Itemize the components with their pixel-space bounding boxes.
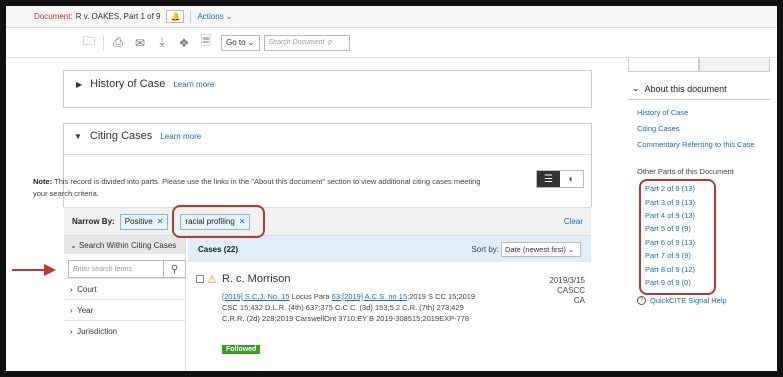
citing-title[interactable]: Citing Cases	[90, 130, 152, 142]
result-checkbox[interactable]	[196, 275, 204, 283]
document-label: Document:	[34, 12, 73, 21]
document-name: R v. OAKES, Part 1 of 9	[75, 12, 161, 21]
goto-dropdown[interactable]: Go to ⌄	[221, 34, 260, 51]
results-count: Cases (22)	[198, 244, 239, 254]
facet-jurisdiction[interactable]: › Jurisdiction	[64, 320, 185, 341]
sidebar-tab[interactable]	[699, 58, 770, 72]
search-icon[interactable]: ⚲	[164, 260, 186, 278]
sort-select[interactable]: Date (newest first) ⌄	[501, 241, 581, 257]
search-within-box: Enter search terms ⚲	[68, 260, 186, 278]
part-link[interactable]: Part 2 of 9 (13)	[645, 184, 695, 193]
divider	[64, 154, 591, 155]
part-link[interactable]: Part 6 of 9 (13)	[645, 238, 695, 247]
case-jurisdiction: CA	[573, 296, 585, 305]
sort-label: Sort by:	[471, 244, 499, 254]
history-learn-more-link[interactable]: Learn more	[173, 80, 214, 89]
case-date: 2019/3/15	[549, 276, 585, 285]
note-text: This record is divided into parts. Pleas…	[33, 177, 481, 198]
history-title[interactable]: History of Case	[90, 78, 165, 90]
warning-icon: ⚠	[207, 274, 217, 286]
document-topbar: Document: R v. OAKES, Part 1 of 9 🔔 Acti…	[6, 6, 777, 28]
results-header: Cases (22) Sort by: Date (newest first) …	[188, 236, 591, 262]
dropbox-icon[interactable]: ❖	[173, 34, 195, 52]
quickcite-help-link[interactable]: ? QuickCITE Signal Help	[637, 296, 727, 305]
chevron-down-icon: ⌄	[632, 83, 645, 93]
document-toolbar: 🗀 ⎙ ✉ ⤓ ❖ 🗏 Go to ⌄ Search Document ⚲	[6, 28, 777, 58]
print-icon[interactable]: ⎙	[107, 34, 129, 52]
chevron-right-icon: ›	[70, 284, 78, 294]
sidebar-link-history[interactable]: History of Case	[637, 108, 765, 118]
part-link[interactable]: Part 3 of 9 (13)	[645, 198, 695, 207]
close-icon[interactable]: ✕	[157, 217, 164, 226]
download-icon[interactable]: ⤓	[151, 34, 173, 52]
facet-court[interactable]: › Court	[64, 278, 185, 299]
case-court: CASCC	[556, 286, 585, 295]
note-label: Note:	[33, 177, 53, 186]
result-item: ⚠ R. c. Morrison 2019/3/15 CASCC CA [201…	[196, 272, 591, 362]
help-icon: ?	[637, 296, 646, 305]
filter-chip-racial-profiling[interactable]: racial profiling ✕	[180, 213, 251, 230]
document-icon[interactable]: 🗏	[195, 34, 217, 52]
citing-learn-more-link[interactable]: Learn more	[160, 132, 201, 141]
case-citation: [2019] S.C.J. No. 15 Locus Para 63:[2019…	[222, 292, 476, 323]
email-icon[interactable]: ✉	[129, 34, 151, 52]
collapse-icon[interactable]: ▼	[74, 132, 82, 141]
part-link[interactable]: Part 4 of 9 (13)	[645, 211, 695, 220]
graph-view-icon[interactable]: ◐	[560, 171, 583, 187]
narrow-by-label: Narrow By:	[72, 217, 115, 226]
divider	[103, 34, 104, 51]
case-title-link[interactable]: R. c. Morrison	[222, 273, 290, 285]
chevron-right-icon: ›	[70, 305, 78, 315]
part-link[interactable]: Part 9 of 9 (0)	[645, 278, 691, 287]
history-section: ▶ History of Case Learn more	[63, 70, 592, 108]
close-icon[interactable]: ✕	[239, 217, 246, 226]
chevron-down-icon: ⌄	[70, 240, 79, 250]
facet-year[interactable]: › Year	[64, 299, 185, 320]
annotation-arrow-head	[44, 264, 56, 276]
narrow-by-bar: Narrow By: Positive ✕ racial profiling ✕ C…	[64, 207, 591, 236]
search-within-header[interactable]: ⌄ Search Within Citing Cases	[64, 236, 185, 254]
view-toggle[interactable]: ☰ ◐	[536, 170, 584, 188]
list-view-icon[interactable]: ☰	[537, 171, 560, 187]
sidebar: ⌄ About this document History of Case Ci…	[628, 58, 770, 371]
sidebar-link-commentary[interactable]: Commentary Referring to this Case	[637, 140, 765, 150]
divider	[190, 10, 192, 23]
search-terms-input[interactable]: Enter search terms	[68, 260, 164, 278]
case-meta: 2019/3/15 CASCC CA	[549, 276, 585, 306]
annotation-arrow	[12, 269, 46, 271]
part-link[interactable]: Part 8 of 9 (12)	[645, 265, 695, 274]
folder-icon[interactable]: 🗀	[78, 34, 100, 52]
about-document-header[interactable]: ⌄ About this document	[628, 78, 770, 100]
citation-link[interactable]: :[2019] A.C.S. no 15	[340, 292, 407, 301]
sidebar-tabs	[628, 58, 770, 72]
treatment-badge: Followed	[222, 345, 261, 354]
expand-icon[interactable]: ▶	[76, 80, 82, 89]
sidebar-link-citing[interactable]: Citing Cases	[637, 124, 765, 134]
other-parts-label: Other Parts of this Document	[637, 167, 734, 176]
search-document-input[interactable]: Search Document ⚲	[263, 34, 350, 51]
sidebar-tab[interactable]	[628, 58, 699, 72]
citing-note: Note: This record is divided into parts.…	[33, 176, 483, 200]
filter-chip-positive[interactable]: Positive ✕	[119, 213, 169, 230]
actions-menu[interactable]: Actions ⌄	[197, 12, 232, 21]
chevron-right-icon: ›	[70, 326, 78, 336]
citation-link[interactable]: [2019] S.C.J. No. 15	[222, 292, 290, 301]
bell-icon[interactable]: 🔔	[166, 10, 185, 23]
para-link[interactable]: 63	[332, 292, 340, 301]
part-link[interactable]: Part 7 of 9 (9)	[645, 251, 691, 260]
filter-panel: ⌄ Search Within Citing Cases Enter searc…	[64, 236, 186, 371]
part-link[interactable]: Part 5 of 9 (9)	[645, 224, 691, 233]
clear-filters-link[interactable]: Clear	[564, 217, 583, 226]
